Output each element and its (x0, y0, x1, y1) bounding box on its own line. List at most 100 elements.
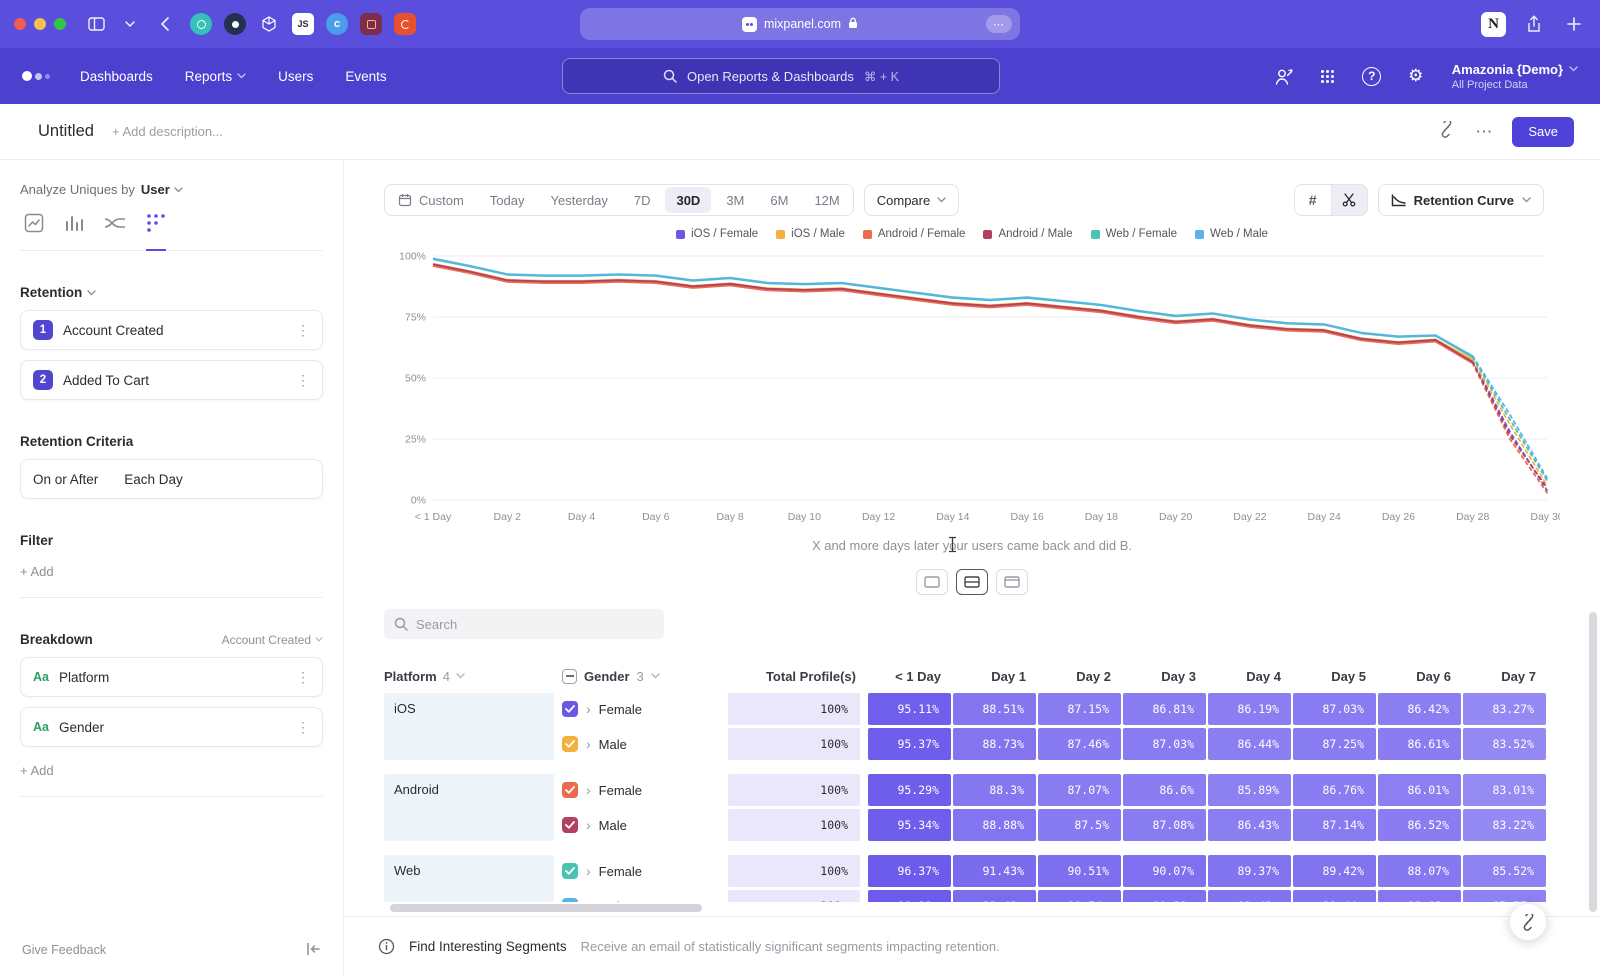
range-30d-button[interactable]: 30D (665, 187, 711, 213)
layout-table-only-button[interactable] (996, 569, 1028, 595)
range-12m-button[interactable]: 12M (801, 185, 852, 215)
chevron-down-icon[interactable] (118, 12, 142, 36)
copy-link-icon[interactable] (1438, 121, 1455, 143)
retention-value-cell[interactable]: 83.52% (1463, 728, 1546, 760)
horizontal-scrollbar[interactable] (390, 904, 702, 912)
retention-value-cell[interactable]: 88.3% (953, 774, 1036, 806)
share-icon[interactable] (1522, 12, 1546, 36)
series-checkbox[interactable] (562, 736, 578, 752)
retention-value-cell[interactable]: 86.19% (1208, 693, 1291, 725)
tab-bars-icon[interactable] (64, 213, 84, 251)
retention-value-cell[interactable]: 86.43% (1208, 809, 1291, 841)
retention-value-cell[interactable]: 83.01% (1463, 774, 1546, 806)
save-button[interactable]: Save (1512, 117, 1574, 147)
retention-value-cell[interactable]: 87.15% (1038, 693, 1121, 725)
retention-value-cell[interactable]: 90.07% (1123, 855, 1206, 887)
column-header-day-5[interactable]: Day 5 (1293, 669, 1378, 684)
expand-chevron-icon[interactable]: › (586, 863, 591, 879)
settings-gear-icon[interactable]: ⚙ (1404, 64, 1428, 88)
retention-value-cell[interactable]: 87.07% (1038, 774, 1121, 806)
breakdown-scope-dropdown[interactable]: Account Created (222, 633, 323, 647)
series-checkbox[interactable] (562, 782, 578, 798)
close-window-button[interactable] (14, 18, 26, 30)
retention-value-cell[interactable]: 95.11% (868, 693, 951, 725)
kebab-menu-icon[interactable]: ⋮ (296, 719, 310, 736)
legend-item[interactable]: Android / Female (863, 228, 966, 240)
column-header-platform[interactable]: Platform4 (384, 669, 562, 684)
column-header-day-7[interactable]: Day 7 (1463, 669, 1548, 684)
expand-chevron-icon[interactable]: › (586, 701, 591, 717)
indeterminate-checkbox[interactable] (562, 669, 577, 684)
retention-value-cell[interactable]: 89.37% (1208, 855, 1291, 887)
invite-users-icon[interactable] (1272, 64, 1296, 88)
notion-icon[interactable]: N (1481, 12, 1506, 37)
series-checkbox[interactable] (562, 863, 578, 879)
gender-cell[interactable]: ›Female (562, 855, 720, 887)
trim-scissors-button[interactable] (1331, 185, 1367, 215)
retention-step-a[interactable]: 1 Account Created ⋮ (20, 310, 323, 350)
extension-icon-7[interactable] (394, 13, 416, 35)
browser-sidebar-toggle-icon[interactable] (84, 12, 108, 36)
share-link-floating-button[interactable] (1509, 903, 1547, 941)
collapse-sidebar-icon[interactable] (305, 942, 321, 959)
retention-value-cell[interactable]: 87.46% (1038, 728, 1121, 760)
retention-value-cell[interactable]: 88.88% (953, 809, 1036, 841)
retention-value-cell[interactable]: 86.6% (1123, 774, 1206, 806)
column-header-day-2[interactable]: Day 2 (1038, 669, 1123, 684)
retention-value-cell[interactable]: 86.01% (1378, 774, 1461, 806)
gender-cell[interactable]: ›Female (562, 693, 720, 725)
nav-dashboards[interactable]: Dashboards (80, 69, 153, 84)
expand-chevron-icon[interactable]: › (586, 782, 591, 798)
retention-line-chart[interactable]: 100%75%50%25%0%< 1 DayDay 2Day 4Day 6Day… (384, 248, 1560, 526)
analyze-entity-dropdown[interactable]: User (141, 182, 183, 197)
layout-chart-only-button[interactable] (916, 569, 948, 595)
platform-cell[interactable]: Android (384, 774, 554, 841)
platform-cell[interactable]: iOS (384, 693, 554, 760)
layout-split-button[interactable] (956, 569, 988, 595)
nav-users[interactable]: Users (278, 69, 313, 84)
extension-icon-2[interactable] (224, 13, 246, 35)
nav-events[interactable]: Events (345, 69, 386, 84)
range-today-button[interactable]: Today (477, 185, 538, 215)
nav-reports[interactable]: Reports (185, 69, 246, 84)
expand-chevron-icon[interactable]: › (586, 736, 591, 752)
retention-value-cell[interactable]: 87.14% (1293, 809, 1376, 841)
range-7d-button[interactable]: 7D (621, 185, 664, 215)
retention-value-cell[interactable]: 87.25% (1293, 728, 1376, 760)
url-bar[interactable]: mixpanel.com ⋯ (580, 8, 1020, 40)
chart-view-dropdown[interactable]: Retention Curve (1378, 184, 1544, 216)
kebab-menu-icon[interactable]: ⋮ (296, 322, 310, 339)
retention-value-cell[interactable]: 87.08% (1123, 809, 1206, 841)
retention-step-b[interactable]: 2 Added To Cart ⋮ (20, 360, 323, 400)
column-header-total[interactable]: Total Profile(s) (728, 669, 868, 684)
retention-value-cell[interactable]: 88.73% (953, 728, 1036, 760)
retention-value-cell[interactable]: 86.42% (1378, 693, 1461, 725)
retention-value-cell[interactable]: 95.37% (868, 728, 951, 760)
table-search[interactable] (384, 609, 664, 639)
column-header-day-1[interactable]: Day 1 (953, 669, 1038, 684)
column-header-day-3[interactable]: Day 3 (1123, 669, 1208, 684)
tab-insights-icon[interactable] (24, 213, 44, 251)
kebab-menu-icon[interactable]: ⋮ (296, 669, 310, 686)
range-custom-button[interactable]: Custom (385, 185, 477, 215)
retention-value-cell[interactable]: 85.89% (1208, 774, 1291, 806)
retention-value-cell[interactable]: 90.51% (1038, 855, 1121, 887)
help-icon[interactable]: ? (1360, 64, 1384, 88)
vertical-scrollbar[interactable] (1589, 612, 1597, 912)
retention-section-heading[interactable]: Retention (20, 285, 323, 300)
extension-icon-3[interactable] (258, 13, 280, 35)
criteria-mode-dropdown[interactable]: On or After (33, 472, 98, 487)
extension-icon-4[interactable]: JS (292, 13, 314, 35)
retention-value-cell[interactable]: 86.44% (1208, 728, 1291, 760)
column-header-gender[interactable]: Gender3 (562, 669, 728, 684)
column-header-day-0[interactable]: < 1 Day (868, 669, 953, 684)
column-header-day-6[interactable]: Day 6 (1378, 669, 1463, 684)
global-search-button[interactable]: Open Reports & Dashboards ⌘ + K (562, 58, 1000, 94)
retention-value-cell[interactable]: 88.07% (1378, 855, 1461, 887)
expand-chevron-icon[interactable]: › (586, 817, 591, 833)
retention-value-cell[interactable]: 86.61% (1378, 728, 1461, 760)
minimize-window-button[interactable] (34, 18, 46, 30)
range-yesterday-button[interactable]: Yesterday (538, 185, 621, 215)
retention-value-cell[interactable]: 87.5% (1038, 809, 1121, 841)
url-more-icon[interactable]: ⋯ (986, 15, 1012, 33)
